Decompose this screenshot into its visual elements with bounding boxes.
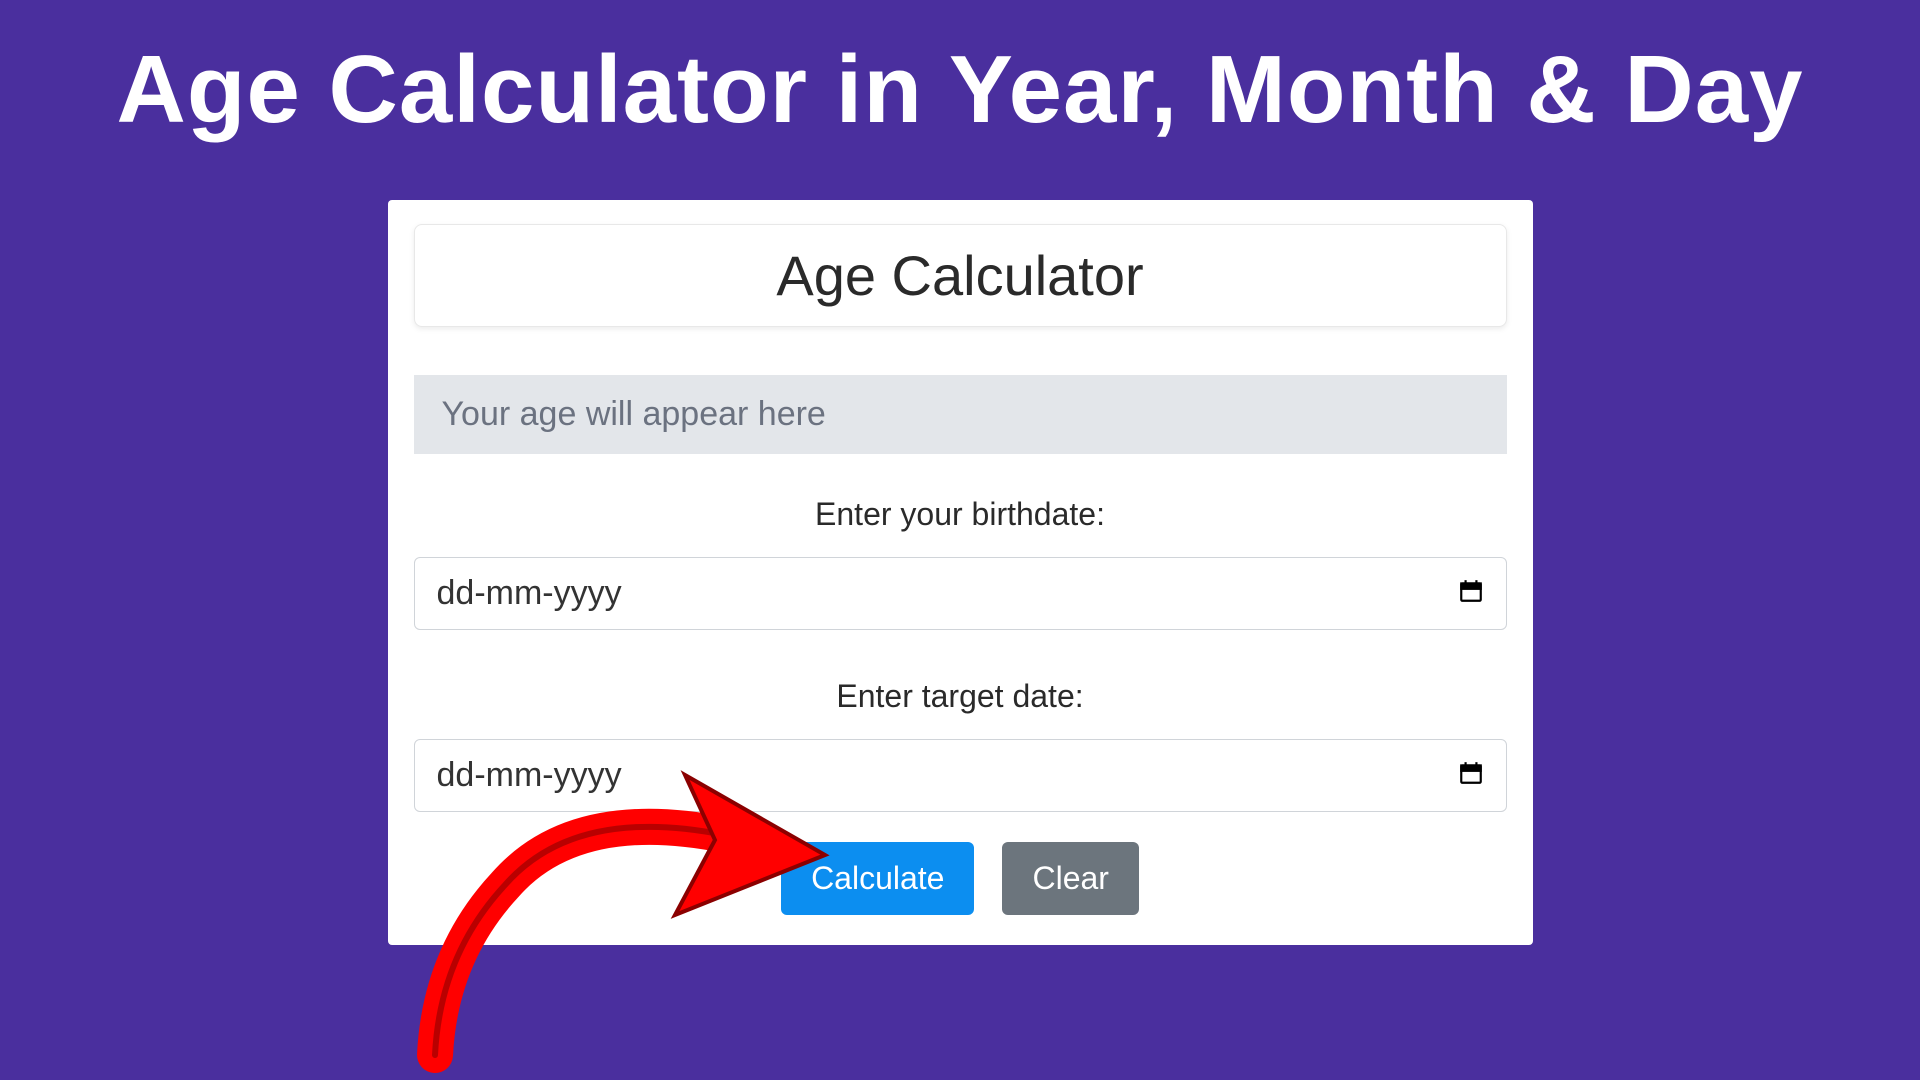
button-row: Calculate Clear (414, 842, 1507, 915)
result-display: Your age will appear here (414, 375, 1507, 454)
target-date-label: Enter target date: (414, 678, 1507, 715)
calendar-icon[interactable] (1458, 577, 1484, 610)
birthdate-placeholder: dd-mm-yyyy (437, 574, 622, 613)
calendar-icon[interactable] (1458, 759, 1484, 792)
target-date-input[interactable]: dd-mm-yyyy (414, 739, 1507, 812)
target-date-placeholder: dd-mm-yyyy (437, 756, 622, 795)
page-title: Age Calculator in Year, Month & Day (0, 0, 1920, 145)
birthdate-input[interactable]: dd-mm-yyyy (414, 557, 1507, 630)
result-placeholder-text: Your age will appear here (442, 395, 826, 433)
birthdate-label: Enter your birthdate: (414, 496, 1507, 533)
card-header: Age Calculator (414, 224, 1507, 327)
clear-button[interactable]: Clear (1002, 842, 1138, 915)
card-header-title: Age Calculator (776, 244, 1143, 307)
calculator-card: Age Calculator Your age will appear here… (388, 200, 1533, 945)
calculate-button[interactable]: Calculate (781, 842, 974, 915)
